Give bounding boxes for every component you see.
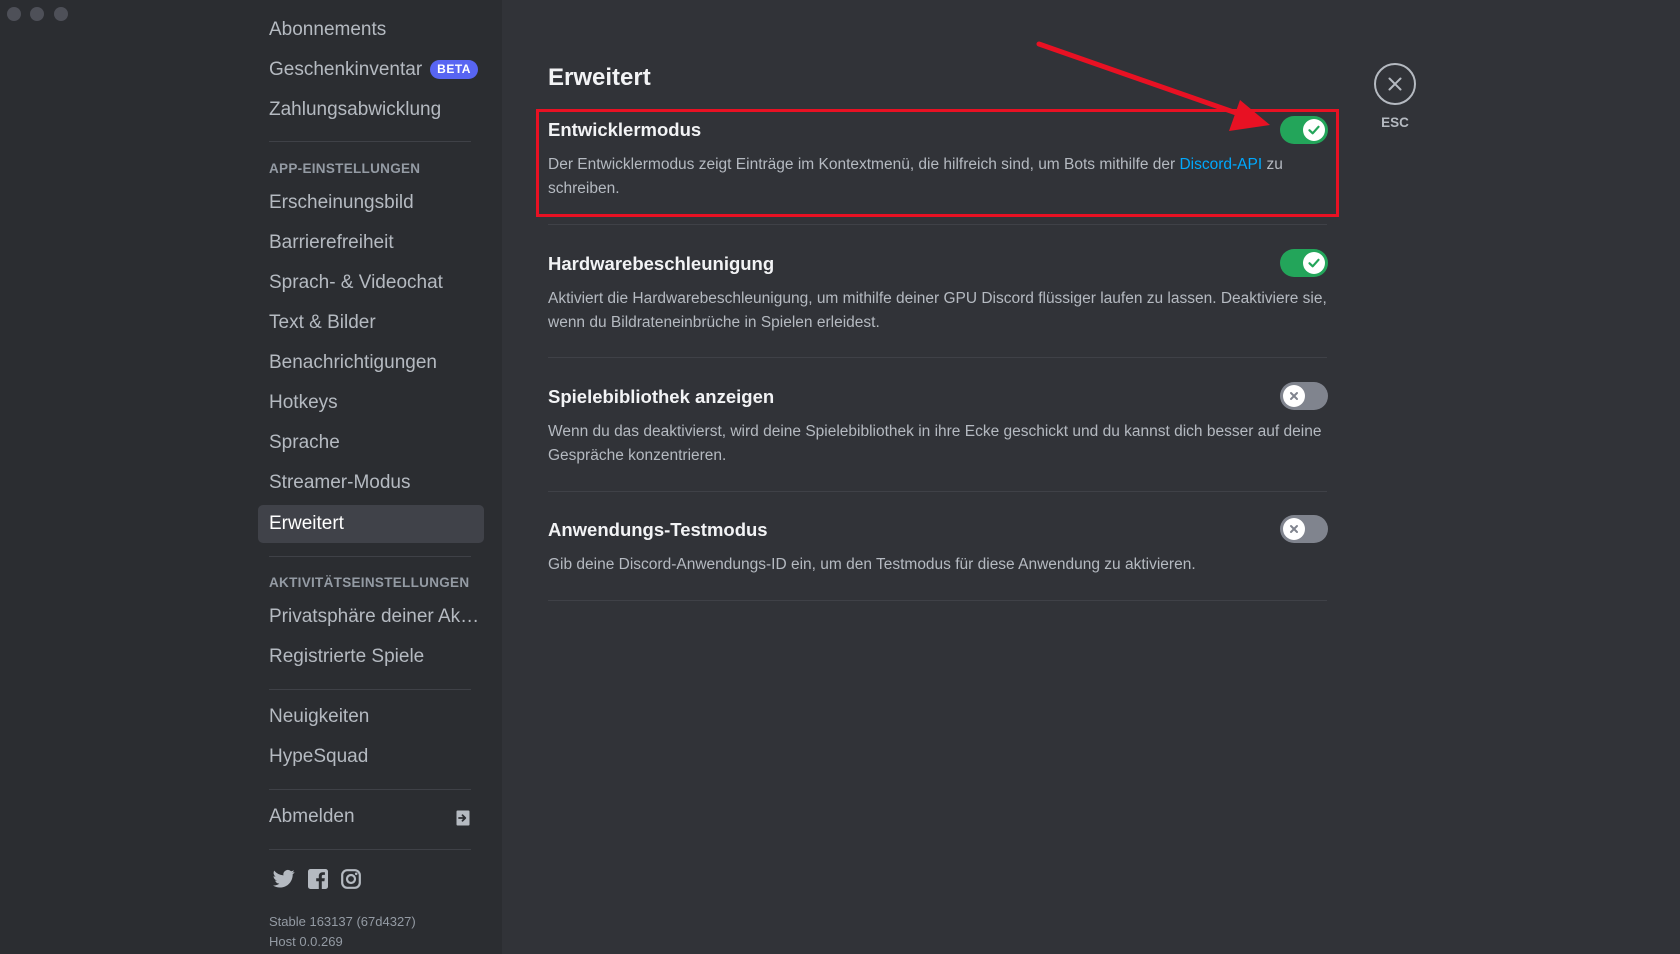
sidebar-item-neuigkeiten[interactable]: Neuigkeiten [258,698,484,736]
version-stable: Stable 163137 (67d4327) [269,914,416,929]
sidebar-item-label: Privatsphäre deiner Aktivitäten [269,606,484,627]
toggle-knob [1283,518,1305,540]
sidebar-item-hypesquad[interactable]: HypeSquad [258,738,484,776]
game-library-toggle[interactable] [1280,382,1328,410]
sidebar-divider [269,789,471,790]
setting-title-hardwarebeschleunigung: Hardwarebeschleunigung [548,253,775,274]
sidebar-divider [269,849,471,850]
hardware-acceleration-toggle[interactable] [1280,249,1328,277]
setting-separator [548,224,1327,225]
sidebar-item-privatsphaere[interactable]: Privatsphäre deiner Aktivitäten [258,598,484,636]
twitter-icon[interactable] [273,869,295,889]
instagram-icon[interactable] [341,869,361,889]
setting-desc-spielebibliothek: Wenn du das deaktivierst, wird deine Spi… [548,423,1322,464]
annotation-arrow-icon [1036,41,1270,131]
facebook-icon[interactable] [308,869,328,889]
window-maximize-dot[interactable] [54,7,68,21]
version-host: Host 0.0.269 [269,934,343,949]
sidebar-item-registrierte-spiele[interactable]: Registrierte Spiele [258,638,484,676]
sidebar-item-zahlungsabwicklung[interactable]: Zahlungsabwicklung [258,91,484,129]
sidebar-item-barrierefreiheit[interactable]: Barrierefreiheit [258,224,484,262]
sidebar-item-abonnements[interactable]: Abonnements [258,11,484,49]
sidebar-item-label: Sprache [269,432,340,453]
window-minimize-dot[interactable] [30,7,44,21]
sidebar-item-label: Zahlungsabwicklung [269,99,442,120]
sidebar-item-label: Streamer-Modus [269,472,411,493]
sidebar-item-label: Text & Bilder [269,312,376,333]
page-title: Erweitert [548,64,651,91]
sidebar-item-label: Erweitert [269,513,344,534]
toggle-knob [1303,252,1325,274]
sidebar-item-label: Geschenkinventar [269,59,423,80]
application-test-mode-toggle[interactable] [1280,515,1328,543]
sidebar-item-label: Registrierte Spiele [269,646,425,667]
sidebar-item-erscheinungsbild[interactable]: Erscheinungsbild [258,184,484,222]
close-button[interactable] [1374,63,1416,105]
sidebar-item-label: Erscheinungsbild [269,192,414,213]
x-icon [1290,392,1298,400]
setting-desc-anwendungs-testmodus: Gib deine Discord-Anwendungs-ID ein, um … [548,556,1196,573]
sidebar-item-hotkeys[interactable]: Hotkeys [258,384,484,422]
setting-separator [548,491,1327,492]
sidebar-item-label: HypeSquad [269,746,369,767]
window-close-dot[interactable] [7,7,21,21]
sidebar-item-sprach-videochat[interactable]: Sprach- & Videochat [258,264,484,302]
sidebar-divider [269,689,471,690]
sidebar-item-label: Neuigkeiten [269,706,370,727]
setting-separator [548,357,1327,358]
sidebar-item-streamer-modus[interactable]: Streamer-Modus [258,464,484,502]
sidebar-item-erweitert[interactable]: Erweitert [258,505,484,543]
sidebar-item-sprache[interactable]: Sprache [258,424,484,462]
section-header-activity-settings: AKTIVITÄTSEINSTELLUNGEN [269,575,470,590]
close-icon [1388,77,1402,91]
logout-button[interactable]: Abmelden [258,798,484,836]
sidebar-item-label: Abonnements [269,19,387,40]
check-icon [1308,258,1320,268]
sidebar-item-label: Sprach- & Videochat [269,272,443,293]
beta-badge: BETA [430,60,478,79]
sidebar-item-text-bilder[interactable]: Text & Bilder [258,304,484,342]
setting-title-anwendungs-testmodus: Anwendungs-Testmodus [548,519,768,540]
sidebar-divider [269,141,471,142]
toggle-knob [1283,385,1305,407]
sidebar-item-label: Hotkeys [269,392,338,413]
sidebar-item-label: Barrierefreiheit [269,232,394,253]
sidebar-item-geschenkinventar[interactable]: Geschenkinventar BETA [258,51,484,89]
sidebar-item-label: Benachrichtigungen [269,352,437,373]
section-header-app-settings: APP-EINSTELLUNGEN [269,161,421,176]
x-icon [1290,525,1298,533]
sidebar-item-benachrichtigungen[interactable]: Benachrichtigungen [258,344,484,382]
setting-separator [548,600,1327,601]
setting-title-spielebibliothek: Spielebibliothek anzeigen [548,386,775,407]
esc-label: ESC [1381,115,1409,130]
logout-label: Abmelden [269,806,355,827]
setting-desc-hardwarebeschleunigung: Aktiviert die Hardwarebeschleunigung, um… [548,290,1327,331]
logout-icon [456,810,470,826]
sidebar-divider [269,556,471,557]
